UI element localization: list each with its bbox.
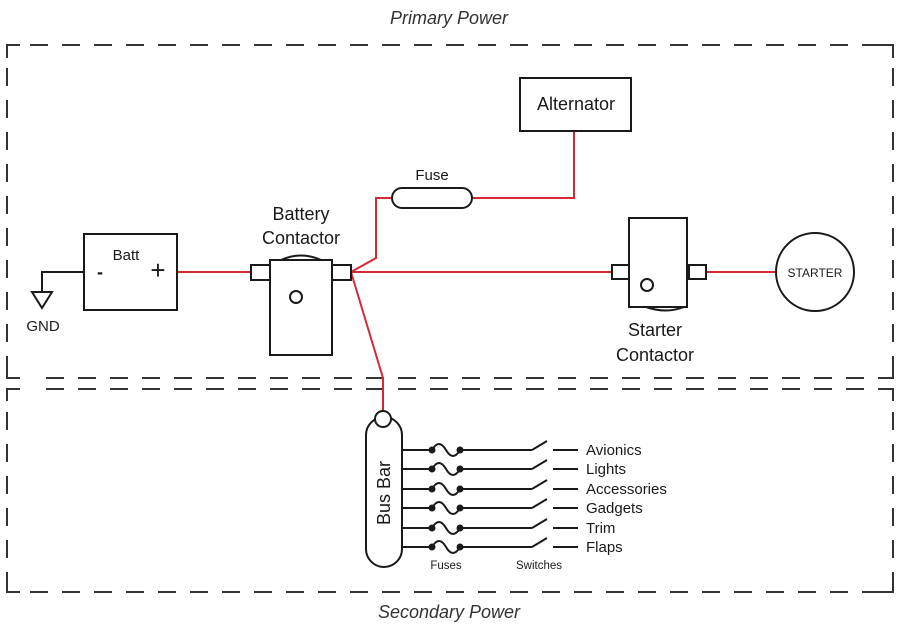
fuse-icon	[431, 443, 461, 457]
secondary-power-title: Secondary Power	[378, 602, 521, 622]
starter-contactor-label-line1: Starter	[628, 320, 682, 340]
bus-bar: Bus Bar	[365, 410, 403, 568]
switch-icon[interactable]	[531, 537, 548, 548]
circuit-accessories: Accessories	[402, 479, 667, 498]
battery-label: Batt	[113, 247, 141, 264]
load-label: Lights	[586, 461, 626, 478]
fuse-icon	[431, 501, 461, 515]
bus-bar-label: Bus Bar	[374, 461, 394, 525]
battery: Batt - +	[83, 233, 178, 311]
load-label: Gadgets	[586, 500, 643, 517]
alternator-label: Alternator	[537, 94, 615, 114]
electrical-diagram: Primary Power Secondary Power GND Batt -…	[6, 8, 894, 622]
wire-contactor-to-fuse	[350, 197, 392, 273]
switch-icon[interactable]	[531, 459, 548, 470]
wire-contactor-to-bus-bar	[350, 271, 384, 412]
switches-label: Switches	[516, 560, 562, 572]
fuse-icon	[431, 482, 461, 496]
battery-contactor-label-line1: Battery	[272, 204, 329, 224]
circuit-avionics: Avionics	[402, 440, 642, 459]
alternator: Alternator	[519, 77, 632, 132]
load-label: Accessories	[586, 481, 667, 498]
fuse-icon	[431, 540, 461, 554]
circuit-gadgets: Gadgets	[402, 498, 643, 517]
battery-positive-terminal: +	[150, 255, 165, 285]
battery-negative-terminal: -	[97, 262, 103, 282]
switch-icon[interactable]	[531, 479, 548, 490]
starter-contactor-label-line2: Contactor	[616, 345, 694, 365]
load-label: Avionics	[586, 442, 642, 459]
primary-power-title: Primary Power	[390, 8, 509, 28]
battery-contactor: Battery Contactor	[250, 204, 352, 356]
starter-contactor: Starter Contactor	[611, 217, 707, 365]
branch-circuits: Avionics Lights Accessories Gadgets Trim Flap…	[402, 440, 667, 556]
ground-label: GND	[26, 318, 60, 335]
fuses-label: Fuses	[430, 560, 462, 572]
fuse-label: Fuse	[415, 167, 448, 184]
battery-contactor-label-line2: Contactor	[262, 228, 340, 248]
circuit-flaps: Flaps	[402, 537, 623, 556]
primary-power-region	[6, 44, 894, 379]
wire-fuse-to-alternator	[472, 132, 575, 199]
starter-label: STARTER	[788, 266, 843, 280]
circuit-trim: Trim	[402, 518, 615, 537]
switch-icon[interactable]	[531, 498, 548, 509]
ground-symbol: GND	[26, 271, 85, 335]
fuse-icon	[391, 187, 473, 209]
load-label: Flaps	[586, 539, 623, 556]
fuse-icon	[431, 462, 461, 476]
ground-icon	[30, 291, 54, 310]
bus-bar-terminal	[374, 410, 392, 428]
circuit-lights: Lights	[402, 459, 626, 478]
fuse-icon	[431, 521, 461, 535]
load-label: Trim	[586, 520, 615, 537]
switch-icon[interactable]	[531, 518, 548, 529]
switch-icon[interactable]	[531, 440, 548, 451]
alternator-fuse: Fuse	[391, 167, 473, 209]
starter-motor: STARTER	[775, 232, 855, 312]
